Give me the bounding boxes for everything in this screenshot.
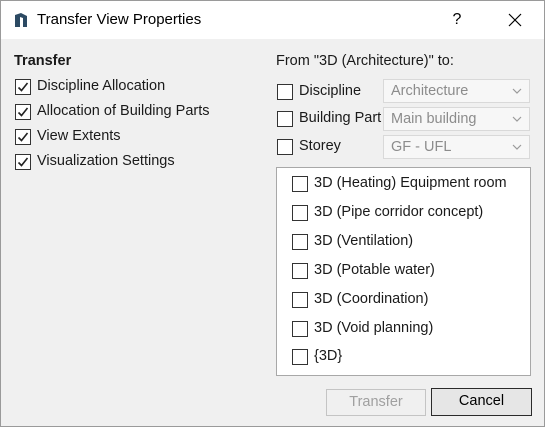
view-item-checkbox[interactable]: [292, 234, 308, 250]
close-icon: [508, 13, 522, 27]
target-heading: From "3D (Architecture)" to:: [276, 53, 454, 69]
chevron-down-icon: [512, 144, 522, 150]
view-item-checkbox[interactable]: [292, 176, 308, 192]
view-item-label: 3D (Potable water): [314, 262, 435, 278]
app-logo-icon: [13, 12, 29, 28]
chevron-down-icon: [512, 88, 522, 94]
building-part-dropdown[interactable]: Main building: [383, 107, 530, 131]
target-views-list[interactable]: 3D (Heating) Equipment room 3D (Pipe cor…: [276, 167, 531, 376]
view-item-label: 3D (Pipe corridor concept): [314, 204, 484, 220]
chevron-down-icon: [512, 116, 522, 122]
view-item-label: 3D (Heating) Equipment room: [314, 175, 507, 191]
transfer-heading: Transfer: [14, 53, 72, 69]
building-parts-allocation-label: Allocation of Building Parts: [37, 103, 210, 119]
view-item-checkbox[interactable]: [292, 205, 308, 221]
discipline-dropdown[interactable]: Architecture: [383, 79, 530, 103]
view-item-checkbox[interactable]: [292, 321, 308, 337]
checkmark-icon: [17, 82, 29, 92]
title-bar: Transfer View Properties ?: [1, 1, 544, 39]
building-part-checkbox[interactable]: [277, 111, 293, 127]
visualization-settings-checkbox[interactable]: [15, 154, 31, 170]
storey-dropdown-value: GF - UFL: [391, 139, 452, 155]
close-button[interactable]: [492, 5, 538, 35]
building-part-dropdown-value: Main building: [391, 111, 477, 127]
cancel-button[interactable]: Cancel: [431, 388, 532, 416]
checkmark-icon: [17, 132, 29, 142]
checkmark-icon: [17, 157, 29, 167]
view-item-checkbox[interactable]: [292, 292, 308, 308]
visualization-settings-label: Visualization Settings: [37, 153, 175, 169]
view-item-checkbox[interactable]: [292, 349, 308, 365]
transfer-button[interactable]: Transfer: [326, 389, 426, 416]
view-extents-checkbox[interactable]: [15, 129, 31, 145]
transfer-view-properties-dialog: Transfer View Properties ? Transfer Disc…: [0, 0, 545, 427]
discipline-dropdown-value: Architecture: [391, 83, 469, 99]
storey-dropdown[interactable]: GF - UFL: [383, 135, 530, 159]
storey-checkbox[interactable]: [277, 139, 293, 155]
view-extents-label: View Extents: [37, 128, 121, 144]
discipline-allocation-checkbox[interactable]: [15, 79, 31, 95]
checkmark-icon: [17, 107, 29, 117]
help-button[interactable]: ?: [438, 5, 476, 35]
view-item-label: {3D}: [314, 348, 343, 364]
discipline-allocation-label: Discipline Allocation: [37, 78, 166, 94]
building-parts-allocation-checkbox[interactable]: [15, 104, 31, 120]
dialog-title: Transfer View Properties: [37, 11, 202, 28]
building-part-label: Building Part: [299, 110, 382, 126]
view-item-checkbox[interactable]: [292, 263, 308, 279]
view-item-label: 3D (Void planning): [314, 320, 434, 336]
view-item-label: 3D (Coordination): [314, 291, 429, 307]
storey-label: Storey: [299, 138, 341, 154]
view-item-label: 3D (Ventilation): [314, 233, 414, 249]
discipline-label: Discipline: [299, 83, 362, 99]
discipline-checkbox[interactable]: [277, 84, 293, 100]
